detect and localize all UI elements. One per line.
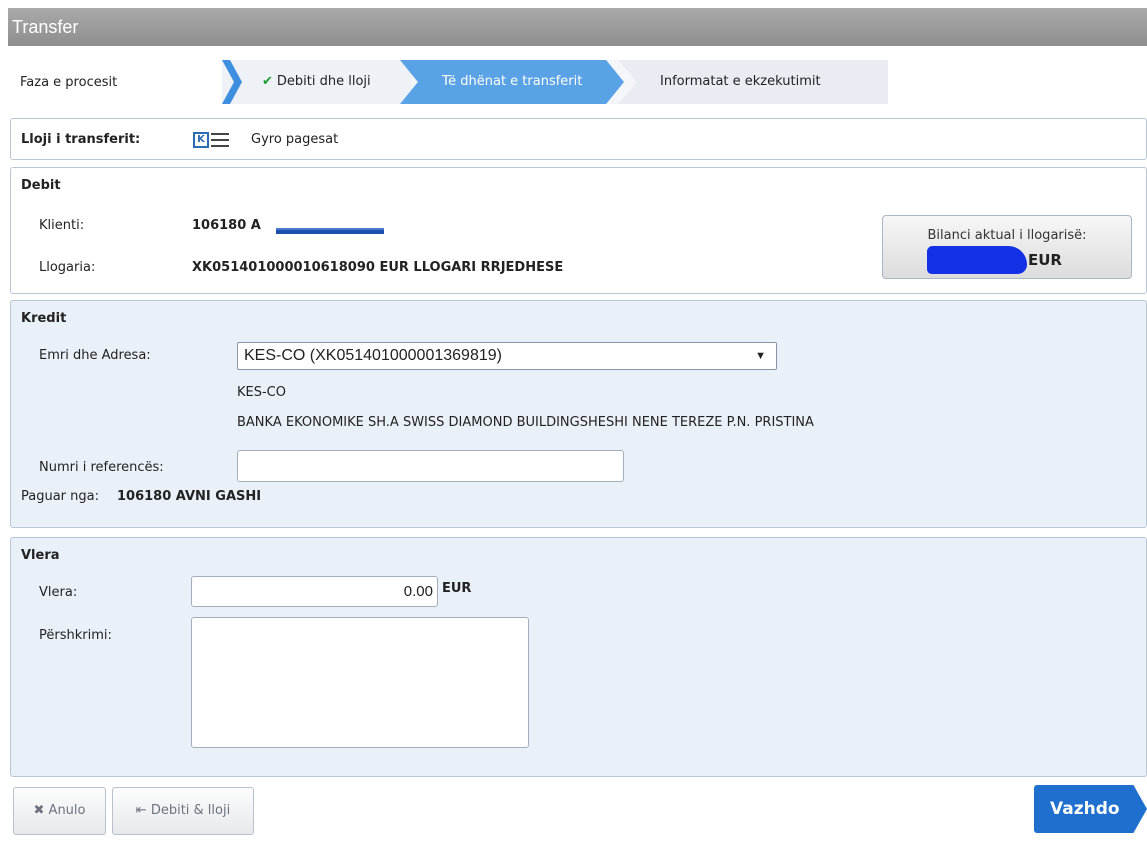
back-to-start-icon: ⇤ — [135, 803, 147, 818]
account-value: XK051401000010618090 EUR LLOGARI RRJEDHE… — [192, 260, 564, 275]
continue-button[interactable]: Vazhdo — [1034, 785, 1147, 833]
cancel-button[interactable]: ✖ Anulo — [13, 787, 106, 835]
kredit-title: Kredit — [21, 311, 67, 326]
client-label: Klienti: — [39, 218, 85, 233]
chevron-icon — [222, 60, 242, 104]
transfer-type-section: Lloji i transferit: K Gyro pagesat — [10, 118, 1147, 160]
step-label: Të dhënat e transferit — [442, 74, 583, 89]
reference-label: Numri i referencës: — [39, 460, 164, 475]
gyro-payment-icon: K — [193, 131, 233, 149]
window-title: Transfer — [8, 8, 1147, 46]
debit-section: Debit Klienti: 106180 A Llogaria: XK0514… — [10, 167, 1147, 294]
step-label: Debiti dhe lloji — [276, 74, 371, 89]
dropdown-arrow-icon: ▼ — [755, 350, 766, 362]
description-label: Përshkrimi: — [39, 628, 112, 643]
balance-redaction — [927, 246, 1027, 274]
balance-label: Bilanci aktual i llogarisë: — [927, 228, 1087, 243]
beneficiary-select[interactable]: KES-CO (XK051401000001369819) ▼ — [237, 342, 777, 370]
paid-by-value: 106180 AVNI GASHI — [117, 489, 262, 504]
process-label: Faza e procesit — [20, 75, 118, 90]
amount-currency: EUR — [442, 581, 472, 596]
amount-title: Vlera — [21, 548, 60, 563]
address-line-1: KES-CO — [237, 385, 286, 400]
close-icon: ✖ — [33, 803, 45, 818]
step-transfer-data[interactable]: Të dhënat e transferit — [400, 60, 624, 104]
transfer-type-label: Lloji i transferit: — [21, 132, 141, 147]
account-balance-box: Bilanci aktual i llogarisë: EUR — [882, 215, 1132, 279]
process-steps: ✔ Debiti dhe lloji Të dhënat e transferit… — [222, 60, 888, 104]
debit-title: Debit — [21, 178, 61, 193]
reference-input[interactable] — [237, 450, 624, 482]
transfer-type-value: Gyro pagesat — [251, 132, 339, 147]
amount-section: Vlera Vlera: 0.00 EUR Përshkrimi: — [10, 537, 1147, 777]
address-line-2: BANKA EKONOMIKE SH.A SWISS DIAMOND BUILD… — [237, 415, 814, 430]
paid-by-label: Paguar nga: — [21, 489, 99, 504]
checkmark-icon: ✔ — [262, 74, 273, 89]
back-label: Debiti & lloji — [150, 803, 231, 818]
account-label: Llogaria: — [39, 260, 96, 275]
description-textarea[interactable] — [191, 617, 529, 748]
step-label: Informatat e ekzekutimit — [660, 74, 821, 89]
beneficiary-selected-value: KES-CO (XK051401000001369819) — [244, 347, 502, 364]
name-address-label: Emri dhe Adresa: — [39, 348, 151, 363]
process-steps-row: Faza e procesit ✔ Debiti dhe lloji Të dhë… — [8, 56, 1147, 110]
client-value: 106180 A — [192, 218, 261, 233]
step-debit-type[interactable]: ✔ Debiti dhe lloji — [222, 60, 412, 104]
balance-currency: EUR — [1028, 251, 1062, 269]
amount-label: Vlera: — [39, 585, 78, 600]
kredit-section: Kredit Emri dhe Adresa: KES-CO (XK051401… — [10, 300, 1147, 528]
back-button[interactable]: ⇤ Debiti & lloji — [112, 787, 254, 835]
step-execution-info[interactable]: Informatat e ekzekutimit — [618, 60, 888, 104]
cancel-label: Anulo — [48, 803, 86, 818]
amount-input[interactable]: 0.00 — [191, 576, 438, 607]
redaction-mark — [276, 228, 384, 234]
